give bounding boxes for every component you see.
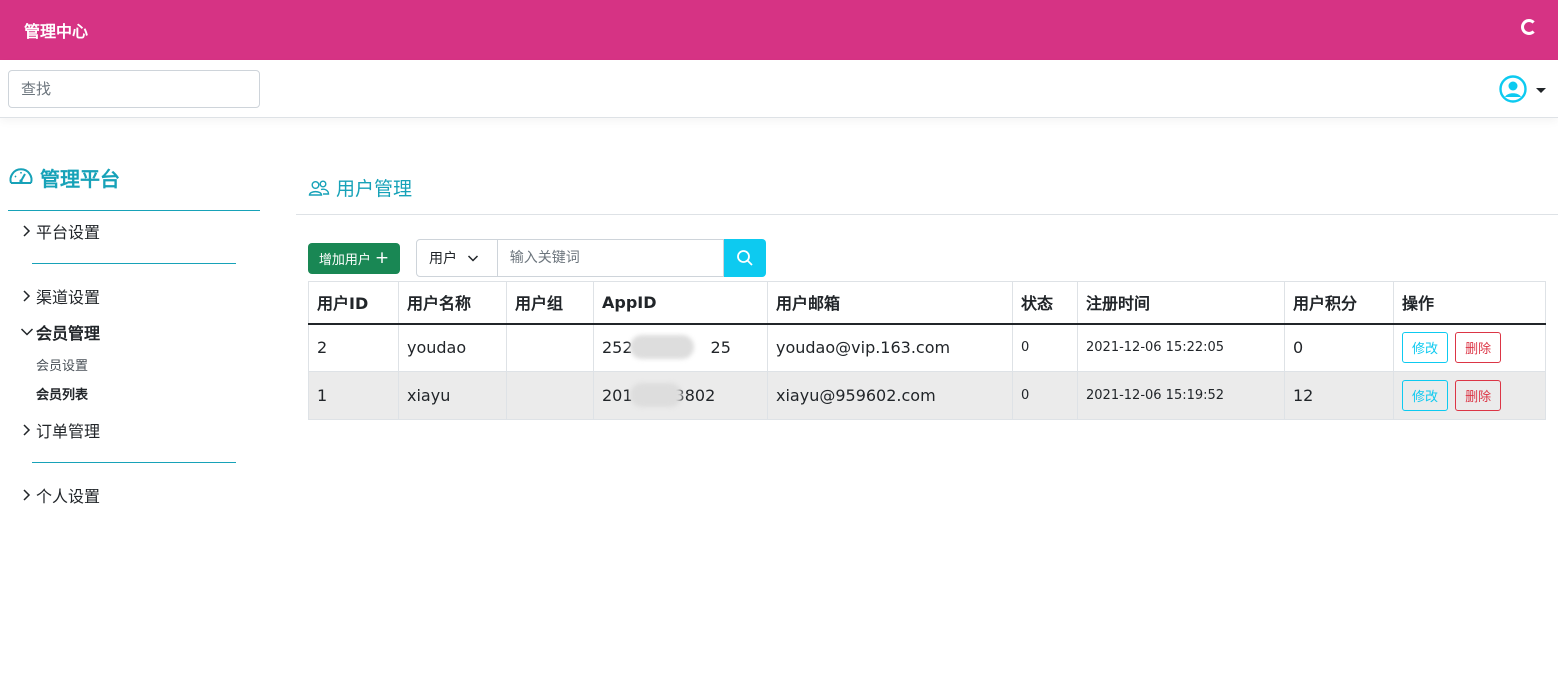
table-header-row: 用户ID 用户名称 用户组 AppID 用户邮箱 状态 注册时间 用户积分 操作 xyxy=(308,281,1546,325)
plus-icon: + xyxy=(374,248,390,268)
search-field-select[interactable]: 用户 xyxy=(416,239,498,277)
page-title: 用户管理 xyxy=(308,174,412,201)
divider xyxy=(296,214,1558,215)
cell-status: 0 xyxy=(1012,323,1078,372)
sidebar-item-personal-settings[interactable]: 个人设置 xyxy=(20,484,100,506)
appid-value: 201 3802 xyxy=(602,383,715,407)
cell-email: youdao@vip.163.com xyxy=(767,323,1013,372)
avatar-dropdown-caret[interactable] xyxy=(1536,88,1546,93)
dashboard-gauge-icon xyxy=(9,168,33,184)
chevron-right-icon xyxy=(23,489,31,501)
cell-user-group xyxy=(506,323,594,372)
global-search-input[interactable] xyxy=(8,70,260,108)
cell-actions: 修改 删除 xyxy=(1393,323,1546,372)
chevron-down-icon xyxy=(20,328,34,336)
redaction-blur xyxy=(630,335,694,360)
column-header: 用户组 xyxy=(506,281,594,325)
redaction-blur xyxy=(630,383,682,407)
appid-prefix: 252 xyxy=(602,338,633,358)
cell-user-id: 1 xyxy=(308,371,399,420)
divider xyxy=(32,263,236,264)
delete-button[interactable]: 删除 xyxy=(1455,380,1502,411)
chevron-right-icon xyxy=(23,424,31,436)
sidebar-item-member-management[interactable]: 会员管理 xyxy=(20,321,100,343)
table-row: 1 xiayu 201 3802 xiayu@959602.com 0 2021-… xyxy=(308,371,1546,420)
sidebar-brand: 管理平台 xyxy=(8,162,120,192)
sidebar-item-label: 会员管理 xyxy=(36,324,101,343)
appid-suffix: 25 xyxy=(710,338,731,358)
divider xyxy=(8,210,260,211)
main-content: 用户管理 增加用户 + 用户 用户ID 用户名称 用户组 AppID 用户邮箱 xyxy=(296,118,1558,697)
cell-user-id: 2 xyxy=(308,323,399,372)
divider xyxy=(32,462,236,463)
cell-registered-time: 2021-12-06 15:19:52 xyxy=(1077,371,1285,420)
sidebar-item-channel-settings[interactable]: 渠道设置 xyxy=(20,285,100,307)
users-icon xyxy=(308,179,330,196)
sidebar-brand-label: 管理平台 xyxy=(40,166,120,191)
sidebar: 管理平台 平台设置 渠道设置 会员管理 会员设置 会员列表 订单管理 个人设置 xyxy=(0,118,270,697)
column-header: 注册时间 xyxy=(1077,281,1285,325)
edit-button[interactable]: 修改 xyxy=(1402,332,1448,364)
column-header: 状态 xyxy=(1012,281,1078,325)
appid-value: 252 25 xyxy=(602,335,731,360)
chevron-right-icon xyxy=(23,225,31,237)
search-filter-group: 用户 xyxy=(416,239,766,277)
delete-button[interactable]: 删除 xyxy=(1455,332,1502,364)
cell-points: 0 xyxy=(1284,323,1394,372)
add-user-button[interactable]: 增加用户 + xyxy=(308,243,400,274)
appid-prefix: 201 xyxy=(602,386,633,405)
search-button[interactable] xyxy=(724,239,766,277)
column-header: AppID xyxy=(593,281,768,325)
user-avatar-icon[interactable] xyxy=(1499,75,1527,103)
cell-email: xiayu@959602.com xyxy=(767,371,1013,420)
add-user-label: 增加用户 xyxy=(318,253,371,268)
column-header: 用户邮箱 xyxy=(767,281,1013,325)
chevron-down-icon xyxy=(467,255,479,262)
cell-appid: 252 25 xyxy=(593,323,768,372)
edit-button[interactable]: 修改 xyxy=(1402,380,1448,411)
column-header: 操作 xyxy=(1393,281,1546,325)
column-header: 用户ID xyxy=(308,281,399,325)
top-header: 管理中心 xyxy=(0,0,1558,60)
sidebar-item-order-management[interactable]: 订单管理 xyxy=(20,419,100,441)
sidebar-item-platform-settings[interactable]: 平台设置 xyxy=(20,220,100,242)
app-title: 管理中心 xyxy=(24,22,89,41)
cell-actions: 修改 删除 xyxy=(1393,371,1546,420)
loading-spinner-icon xyxy=(1521,19,1537,35)
column-header: 用户积分 xyxy=(1284,281,1394,325)
sidebar-item-label: 个人设置 xyxy=(36,487,101,506)
search-field-select-value: 用户 xyxy=(429,251,457,267)
sidebar-item-label: 订单管理 xyxy=(36,422,101,441)
toolbar xyxy=(0,60,1558,118)
table-row: 2 youdao 252 25 youdao@vip.163.com 0 2021… xyxy=(308,323,1546,372)
page-title-label: 用户管理 xyxy=(336,178,413,200)
cell-registered-time: 2021-12-06 15:22:05 xyxy=(1077,323,1285,372)
sidebar-subitem-member-list[interactable]: 会员列表 xyxy=(36,384,88,403)
sidebar-item-label: 平台设置 xyxy=(36,223,101,242)
sidebar-subitem-member-settings[interactable]: 会员设置 xyxy=(36,355,88,374)
cell-user-name: xiayu xyxy=(398,371,507,420)
column-header: 用户名称 xyxy=(398,281,507,325)
cell-points: 12 xyxy=(1284,371,1394,420)
keyword-input[interactable] xyxy=(497,239,725,277)
cell-user-name: youdao xyxy=(398,323,507,372)
cell-appid: 201 3802 xyxy=(593,371,768,420)
cell-status: 0 xyxy=(1012,371,1078,420)
chevron-right-icon xyxy=(23,290,31,302)
cell-user-group xyxy=(506,371,594,420)
users-table: 用户ID 用户名称 用户组 AppID 用户邮箱 状态 注册时间 用户积分 操作… xyxy=(308,281,1546,420)
sidebar-item-label: 渠道设置 xyxy=(36,288,101,307)
search-icon xyxy=(737,250,753,266)
